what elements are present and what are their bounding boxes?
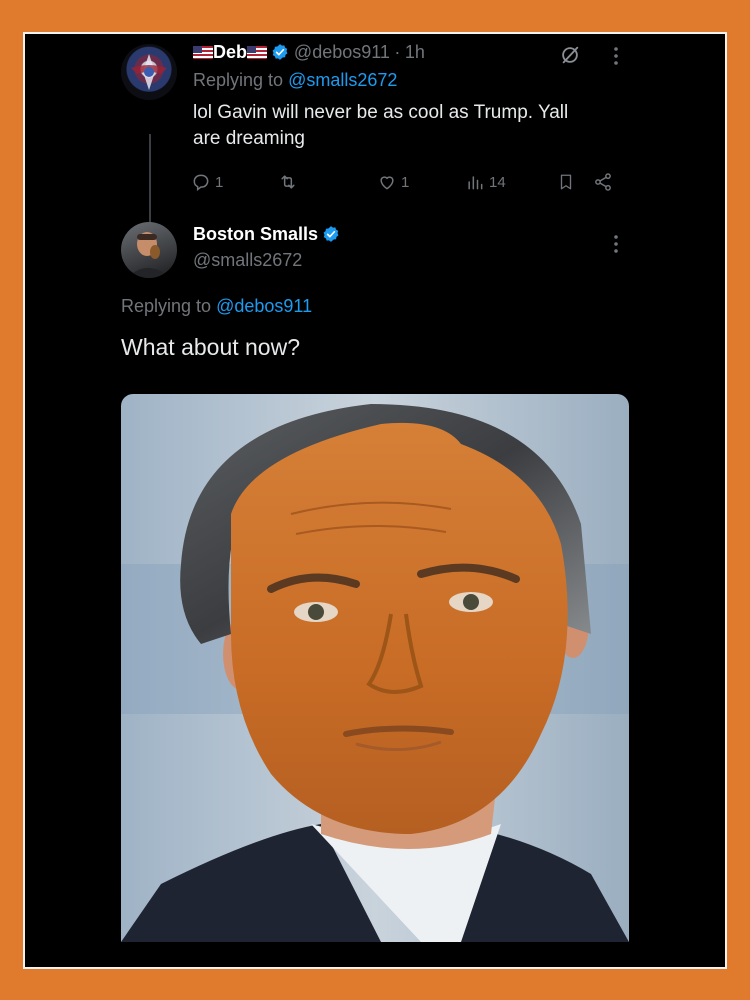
tweet-text-line: lol Gavin will never be as cool as Trump… xyxy=(193,102,569,123)
repost-button[interactable] xyxy=(277,172,299,192)
more-icon[interactable] xyxy=(609,234,623,254)
views-count: 14 xyxy=(489,173,506,191)
bookmark-button[interactable] xyxy=(557,172,575,192)
deb-replying-line: Replying to @smalls2672 xyxy=(193,70,397,91)
deb-avatar[interactable] xyxy=(121,44,177,100)
photo-portrait xyxy=(121,394,629,942)
deb-tweet-text: lol Gavin will never be as cool as Trump… xyxy=(193,100,653,152)
verified-icon xyxy=(322,225,340,248)
repost-icon xyxy=(277,172,299,192)
deb-display-name[interactable]: Deb xyxy=(213,42,247,62)
boston-header: Boston Smalls xyxy=(193,224,340,248)
boston-tweet-text: What about now? xyxy=(121,334,301,360)
deb-header: Deb @debos911 · 1h xyxy=(193,42,425,66)
deb-avatar-art xyxy=(131,54,167,90)
reply-button[interactable]: 1 xyxy=(191,172,223,192)
boston-smalls-avatar[interactable] xyxy=(121,222,177,278)
views-icon xyxy=(465,172,485,192)
boston-avatar-art xyxy=(127,232,171,278)
share-button[interactable] xyxy=(593,172,613,192)
attached-photo[interactable] xyxy=(121,394,629,942)
like-icon xyxy=(377,172,397,192)
verified-icon xyxy=(271,43,289,66)
tweet-text-line: are dreaming xyxy=(193,128,305,149)
deb-handle[interactable]: @debos911 xyxy=(294,42,390,62)
share-icon xyxy=(593,172,613,192)
flag-us-icon xyxy=(193,46,213,59)
deb-time[interactable]: 1h xyxy=(405,42,425,62)
more-icon[interactable] xyxy=(609,46,623,66)
boston-handle[interactable]: @smalls2672 xyxy=(193,250,302,271)
like-button[interactable]: 1 xyxy=(377,172,409,192)
boston-replying-line: Replying to @debos911 xyxy=(121,296,312,317)
replying-to-link[interactable]: @debos911 xyxy=(216,296,312,316)
replying-to-link[interactable]: @smalls2672 xyxy=(288,70,397,90)
boston-display-name[interactable]: Boston Smalls xyxy=(193,224,318,244)
reply-count: 1 xyxy=(215,173,224,191)
like-count: 1 xyxy=(401,173,410,191)
bookmark-icon xyxy=(557,172,575,192)
screenshot-frame: Deb @debos911 · 1h Replying to @smalls26… xyxy=(23,32,727,969)
grok-icon[interactable] xyxy=(559,44,581,66)
reply-icon xyxy=(191,172,211,192)
replying-prefix: Replying to xyxy=(193,70,284,90)
replying-prefix: Replying to xyxy=(121,296,212,316)
views-button[interactable]: 14 xyxy=(465,172,506,192)
flag-us-icon xyxy=(247,46,268,59)
time-separator: · xyxy=(394,42,401,62)
